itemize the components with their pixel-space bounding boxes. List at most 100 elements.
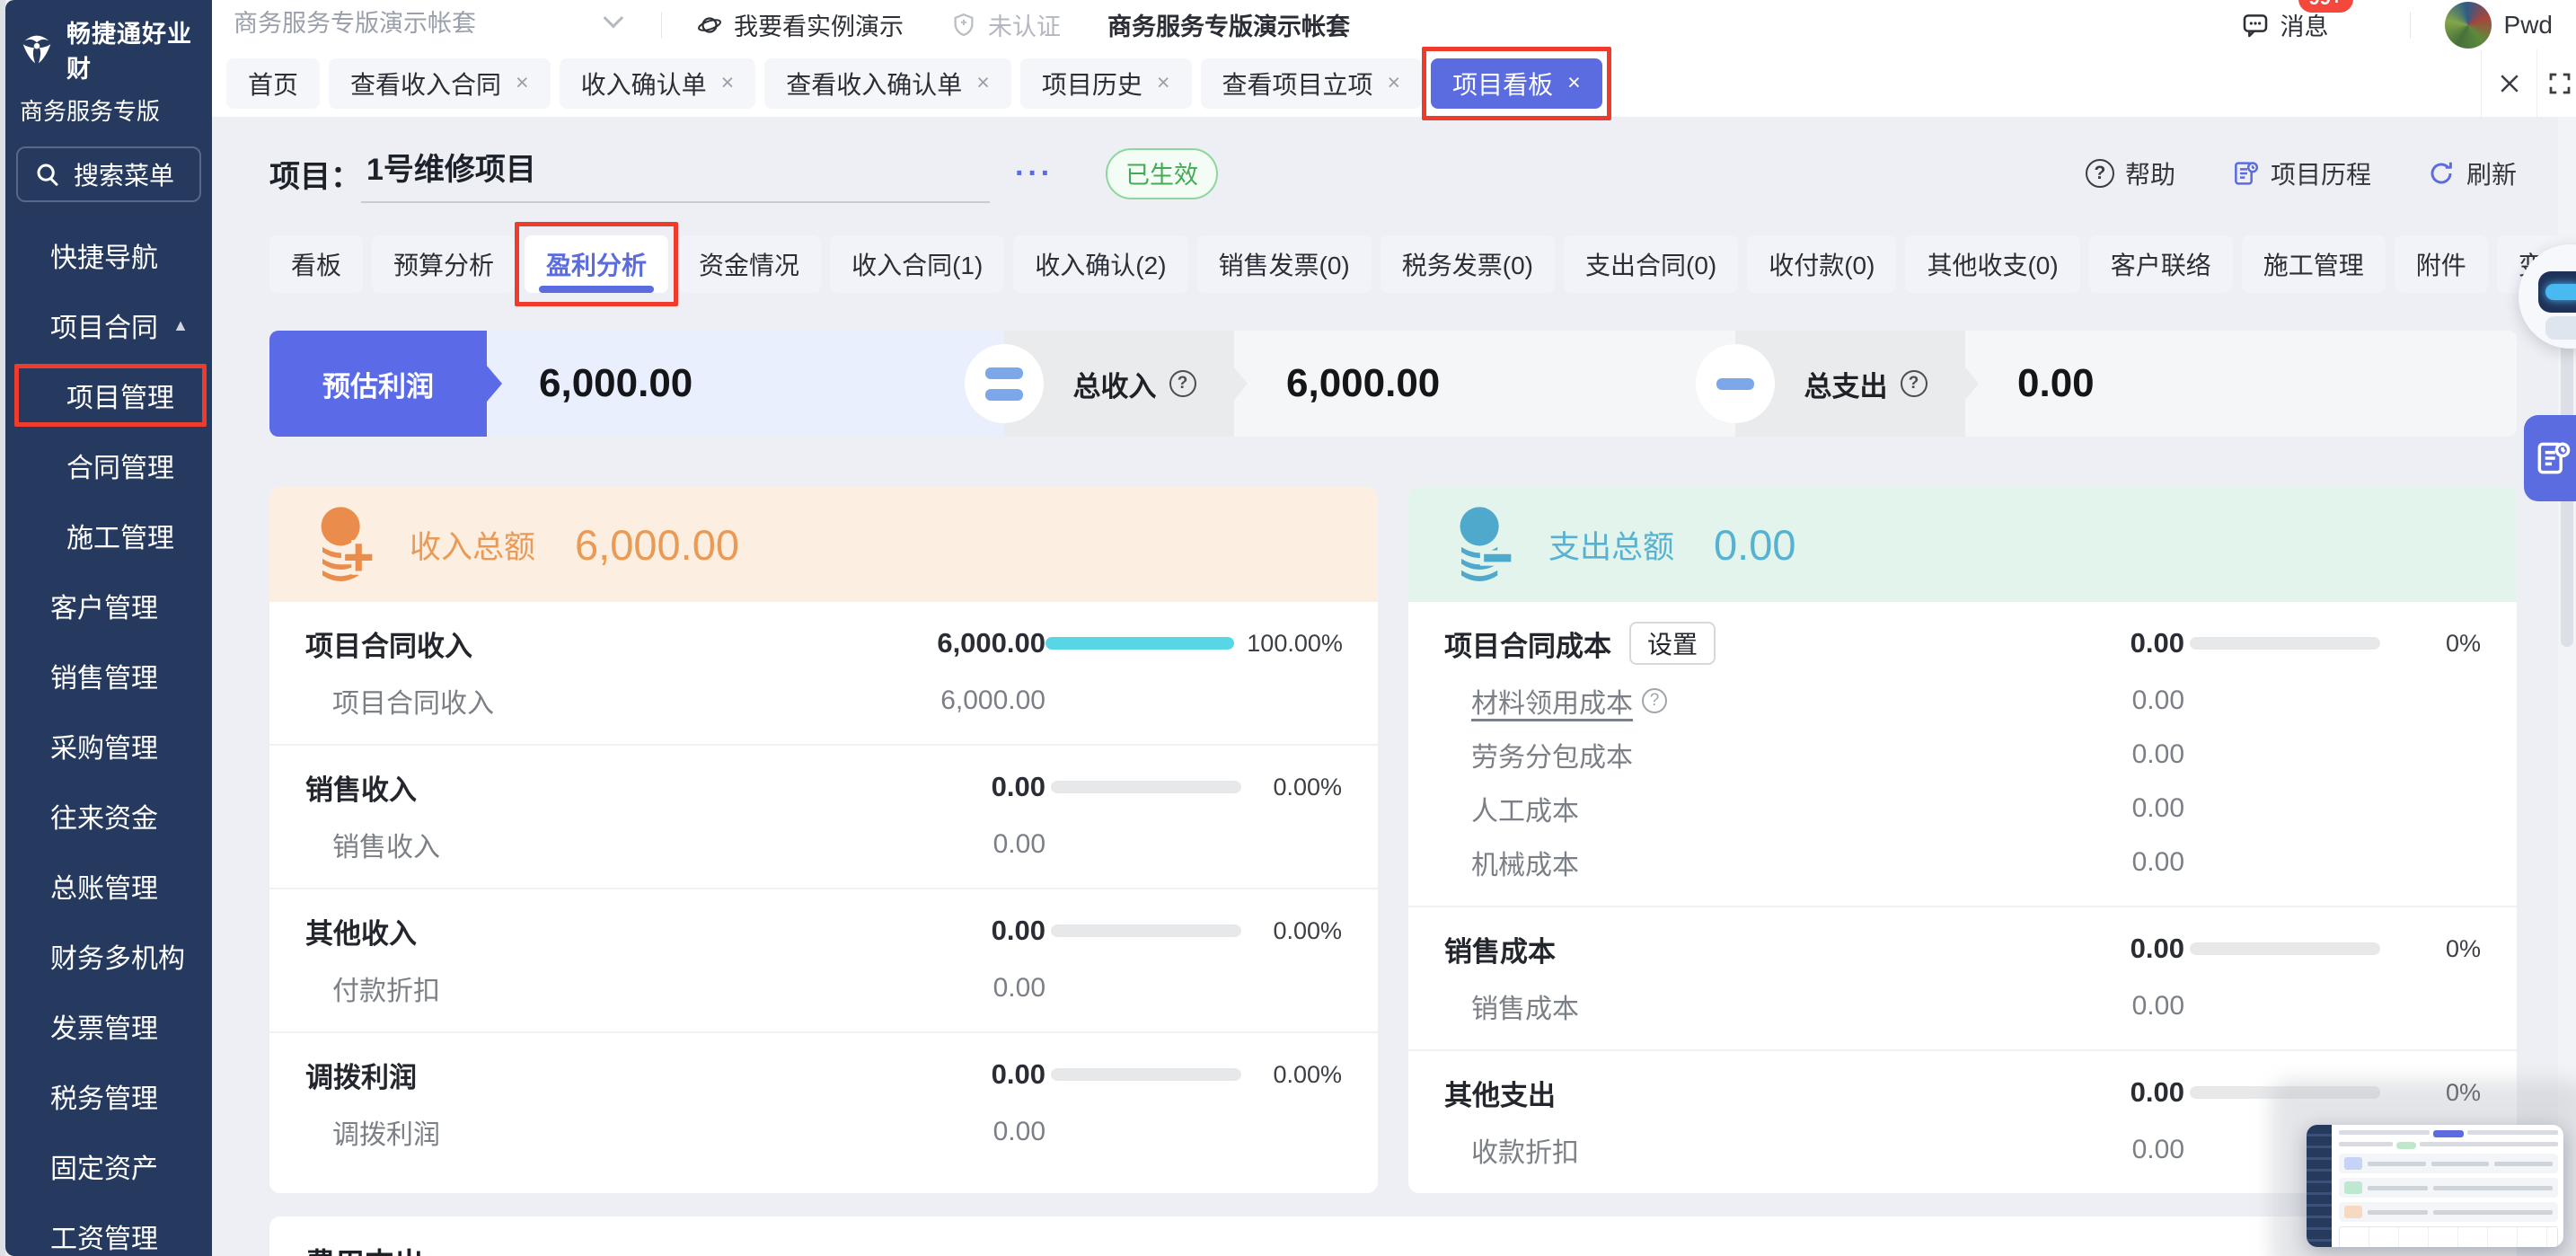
tab-close-icon[interactable]: × bbox=[721, 70, 735, 96]
sidebar-item-quick-nav[interactable]: 快捷导航 bbox=[5, 220, 212, 290]
account-set-select[interactable]: 商务服务专版演示帐套 bbox=[226, 0, 627, 50]
tab-view-income-confirm-doc[interactable]: 查看收入确认单× bbox=[764, 58, 1011, 109]
tab-income-confirm-doc[interactable]: 收入确认单× bbox=[560, 58, 756, 109]
detail-label[interactable]: 材料领用成本 bbox=[1471, 681, 1633, 721]
search-menu-button[interactable]: 搜索菜单 bbox=[16, 146, 201, 202]
tab-view-project-setup[interactable]: 查看项目立项× bbox=[1201, 58, 1423, 109]
detail-label: 付款折扣 bbox=[332, 969, 440, 1008]
estimated-profit-chip: 预估利润 bbox=[269, 331, 487, 437]
sidebar-item-project-contract[interactable]: 项目合同▲ bbox=[5, 290, 212, 360]
detail-value: 0.00 bbox=[1951, 739, 2184, 770]
tab-view-income-contract[interactable]: 查看收入合同× bbox=[329, 58, 551, 109]
row-label-cell: 其他支出 bbox=[1444, 1073, 1951, 1113]
tab-close-icon[interactable]: × bbox=[1567, 70, 1581, 96]
sidebar-item-current-funds[interactable]: 往来资金 bbox=[5, 781, 212, 851]
category-label: 调拨利润 bbox=[305, 1055, 417, 1095]
help-icon[interactable]: ? bbox=[1169, 370, 1196, 397]
subtab-other-inout[interactable]: 其他收支(0) bbox=[1905, 235, 2079, 293]
subtab-profit-analysis[interactable]: 盈利分析 bbox=[525, 235, 668, 293]
collapse-arrow-icon: ▲ bbox=[172, 316, 189, 335]
sidebar-item-fixed-assets[interactable]: 固定资产 bbox=[5, 1131, 212, 1201]
row-label-cell: 销售收入 bbox=[305, 767, 812, 808]
detail-row: 材料领用成本?0.00 bbox=[1408, 674, 2517, 728]
detail-value: 0.00 bbox=[812, 1117, 1045, 1147]
tab-close-icon[interactable]: × bbox=[1157, 70, 1170, 96]
more-options-icon[interactable]: ··· bbox=[1015, 156, 1054, 191]
sidebar-item-purchase-management[interactable]: 采购管理 bbox=[5, 711, 212, 781]
sidebar-item-general-ledger[interactable]: 总账管理 bbox=[5, 851, 212, 921]
sidebar-item-label: 施工管理 bbox=[66, 516, 174, 555]
tab-close-icon[interactable]: × bbox=[516, 70, 529, 96]
tab-close-icon[interactable]: × bbox=[1388, 70, 1401, 96]
detail-value: 0.00 bbox=[1951, 991, 2184, 1022]
subtab-construction[interactable]: 施工管理 bbox=[2242, 235, 2386, 293]
detail-label: 项目合同收入 bbox=[332, 681, 494, 721]
subtab-attachments[interactable]: 附件 bbox=[2395, 235, 2488, 293]
help-icon[interactable]: ? bbox=[1901, 370, 1928, 397]
row-label-cell: 人工成本 bbox=[1444, 789, 1951, 828]
sidebar-item-customer-management[interactable]: 客户管理 bbox=[5, 571, 212, 641]
equals-icon bbox=[965, 344, 1044, 423]
category-label: 项目合同成本 bbox=[1444, 624, 1611, 664]
user-menu[interactable]: Pwd bbox=[2445, 2, 2553, 49]
income-rows: 项目合同收入6,000.00100.00%项目合同收入6,000.00 销售收入 0… bbox=[269, 602, 1378, 1175]
progress-percent: 0.00% bbox=[1254, 774, 1342, 801]
sidebar-item-sales-management[interactable]: 销售管理 bbox=[5, 641, 212, 711]
subtab-label: 客户联络 bbox=[2111, 246, 2211, 282]
detail-value: 0.00 bbox=[1951, 1135, 2184, 1165]
settings-button[interactable]: 设置 bbox=[1629, 622, 1716, 665]
subtab-customer-contact[interactable]: 客户联络 bbox=[2089, 235, 2233, 293]
expense-panel-total: 0.00 bbox=[1714, 520, 1795, 570]
row-label-cell: 劳务分包成本 bbox=[1444, 735, 1951, 774]
close-tabs-button[interactable] bbox=[2481, 49, 2536, 117]
tab-project-board[interactable]: 项目看板× bbox=[1431, 58, 1602, 109]
demo-example-link[interactable]: 我要看实例演示 bbox=[696, 7, 904, 42]
subtab-income-confirm[interactable]: 收入确认(2) bbox=[1013, 235, 1187, 293]
expense-panel-header: 支出总额 0.00 bbox=[1408, 487, 2517, 602]
tab-project-history[interactable]: 项目历史× bbox=[1020, 58, 1192, 109]
topbar: 商务服务专版演示帐套 我要看实例演示 bbox=[212, 0, 2576, 49]
messages-button[interactable]: 消息 99+ bbox=[2241, 7, 2329, 42]
project-history-button[interactable]: 项目历程 bbox=[2231, 155, 2371, 191]
robot-icon bbox=[2538, 271, 2576, 313]
panel-group: 项目合同收入6,000.00100.00%项目合同收入6,000.00 bbox=[269, 602, 1378, 744]
help-button[interactable]: ? 帮助 bbox=[2086, 155, 2175, 191]
subtab-tax-invoice[interactable]: 税务发票(0) bbox=[1381, 235, 1555, 293]
row-label-cell: 项目合同收入 bbox=[305, 681, 812, 721]
sidebar-item-tax-management[interactable]: 税务管理 bbox=[5, 1061, 212, 1131]
subtab-budget-analysis[interactable]: 预算分析 bbox=[372, 235, 516, 293]
subtab-board[interactable]: 看板 bbox=[269, 235, 363, 293]
progress-track bbox=[2190, 637, 2380, 650]
fullscreen-icon[interactable] bbox=[2536, 49, 2576, 117]
total-income-value: 6,000.00 bbox=[1234, 331, 1735, 437]
tab-home[interactable]: 首页 bbox=[226, 58, 320, 109]
sidebar-item-construction-management[interactable]: 施工管理 bbox=[5, 500, 212, 571]
certification-status[interactable]: 未认证 bbox=[950, 7, 1061, 42]
demo-example-label: 我要看实例演示 bbox=[734, 7, 904, 42]
sidebar-item-contract-management[interactable]: 合同管理 bbox=[5, 430, 212, 500]
progress-percent: 0.00% bbox=[1254, 1061, 1342, 1089]
subtab-expense-contract[interactable]: 支出合同(0) bbox=[1564, 235, 1738, 293]
project-history-fab[interactable] bbox=[2524, 415, 2576, 501]
row-label-cell: 销售成本 bbox=[1444, 929, 1951, 969]
sidebar-item-label: 财务多机构 bbox=[50, 936, 185, 976]
help-label: 帮助 bbox=[2125, 155, 2175, 191]
sidebar-item-invoice-management[interactable]: 发票管理 bbox=[5, 991, 212, 1061]
sidebar-item-finance-multi-org[interactable]: 财务多机构 bbox=[5, 921, 212, 991]
sidebar-item-project-management[interactable]: 项目管理 bbox=[5, 360, 212, 430]
category-label: 其他收入 bbox=[305, 911, 417, 951]
subtab-income-contract[interactable]: 收入合同(1) bbox=[830, 235, 1004, 293]
subtab-funds-status[interactable]: 资金情况 bbox=[677, 235, 821, 293]
tab-close-icon[interactable]: × bbox=[976, 70, 990, 96]
help-icon[interactable]: ? bbox=[1642, 688, 1667, 713]
screen-preview-thumbnail[interactable] bbox=[2307, 1125, 2563, 1247]
refresh-button[interactable]: 刷新 bbox=[2427, 155, 2517, 191]
project-select-field[interactable]: 1号维修项目 bbox=[361, 145, 990, 203]
divider bbox=[2410, 12, 2411, 39]
sidebar-item-payroll-management[interactable]: 工资管理 bbox=[5, 1201, 212, 1256]
question-circle-icon: ? bbox=[2086, 159, 2114, 188]
subtab-sales-invoice[interactable]: 销售发票(0) bbox=[1197, 235, 1372, 293]
project-header: 项目： 1号维修项目 ··· 已生效 ? 帮助 bbox=[269, 144, 2517, 203]
subtab-payments[interactable]: 收付款(0) bbox=[1747, 235, 1896, 293]
detail-row: 机械成本0.00 bbox=[1408, 836, 2517, 889]
